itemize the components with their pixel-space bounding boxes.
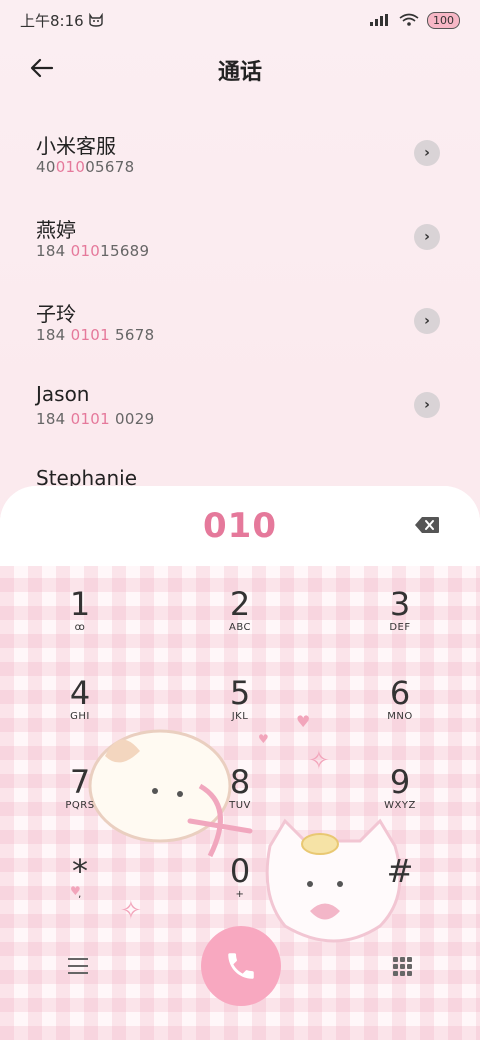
voicemail-icon: ꝏ [74,621,86,633]
chevron-right-icon: › [424,313,430,329]
contact-detail-button[interactable]: › [414,308,440,334]
key-5[interactable]: 5 JKL [160,655,320,744]
key-8[interactable]: 8 TUV [160,744,320,833]
wifi-icon [399,13,419,26]
key-0[interactable]: 0 + [160,833,320,922]
key-hash[interactable]: # [320,833,480,922]
contact-row[interactable]: 小米客服 4001005678 › [0,124,480,208]
dial-input-area: 010 [0,486,480,566]
key-4[interactable]: 4 GHI [0,655,160,744]
contact-detail-button[interactable]: › [414,224,440,250]
signal-icon [370,14,388,26]
status-bar: 上午8:16 100 [0,0,480,40]
header: 通话 [0,48,480,92]
phone-icon [227,953,254,979]
contact-number: 184 0101 5678 [36,326,155,344]
contact-detail-button[interactable]: › [414,392,440,418]
menu-button[interactable] [68,958,88,974]
chevron-right-icon: › [424,397,430,413]
dialer-panel: 010 ✧ ✧ ♥ ♥ ♥ 1ꝏ 2 ABC 3 DEF 4 GHI 5 JKL… [0,486,480,1040]
status-time: 上午8:16 [20,11,84,30]
menu-icon [68,958,88,960]
keypad: 1ꝏ 2 ABC 3 DEF 4 GHI 5 JKL 6 MNO 7 PQRS 8 TUV 9… [0,566,480,922]
key-1[interactable]: 1ꝏ [0,566,160,655]
back-arrow-icon [30,58,54,78]
contact-number: 184 0101 0029 [36,410,155,428]
chevron-right-icon: › [424,145,430,161]
dial-input[interactable]: 010 [203,506,277,546]
contact-number: 4001005678 [36,158,135,176]
cat-face-icon [88,13,103,27]
key-2[interactable]: 2 ABC [160,566,320,655]
contact-row[interactable]: Jason 184 0101 0029 › [0,376,480,460]
dialer-bottom-bar [0,926,480,1006]
key-3[interactable]: 3 DEF [320,566,480,655]
backspace-button[interactable] [414,516,440,534]
call-button[interactable] [200,926,281,1006]
page-title: 通话 [217,60,262,85]
chevron-right-icon: › [424,229,430,245]
backspace-icon [415,517,439,533]
key-star[interactable]: *, [0,833,160,922]
dialpad-toggle-button[interactable] [393,956,412,976]
contact-detail-button[interactable]: › [414,140,440,166]
dialpad-icon [393,956,398,962]
contact-row[interactable]: 子玲 184 0101 5678 › [0,292,480,376]
contact-number: 184 01015689 [36,242,150,260]
key-9[interactable]: 9 WXYZ [320,744,480,833]
back-button[interactable] [28,54,60,86]
key-7[interactable]: 7 PQRS [0,744,160,833]
contact-list: 小米客服 4001005678 › 燕婷 184 01015689 › 子玲 1… [0,124,480,544]
key-6[interactable]: 6 MNO [320,655,480,744]
battery-indicator: 100 [427,11,460,29]
contact-row[interactable]: 燕婷 184 01015689 › [0,208,480,292]
